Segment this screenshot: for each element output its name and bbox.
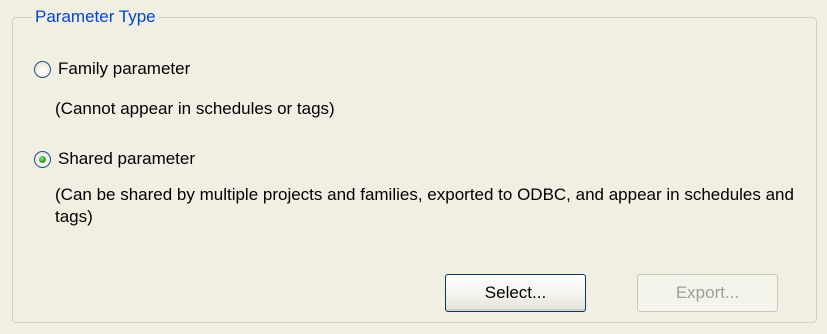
family-parameter-radio-option[interactable]: Family parameter [34, 57, 190, 81]
radio-selected-dot-icon [39, 155, 46, 163]
family-parameter-radio-button[interactable] [34, 60, 51, 78]
shared-parameter-radio-option[interactable]: Shared parameter [34, 147, 195, 171]
family-parameter-description: (Cannot appear in schedules or tags) [55, 99, 335, 118]
shared-parameter-label: Shared parameter [58, 149, 196, 168]
shared-parameter-radio-button[interactable] [34, 150, 51, 168]
shared-parameter-description: (Can be shared by multiple projects and … [55, 185, 794, 226]
select-button[interactable]: Select... [445, 274, 586, 312]
export-button: Export... [637, 274, 778, 312]
groupbox-title: Parameter Type [32, 7, 159, 27]
family-parameter-label: Family parameter [58, 59, 191, 78]
